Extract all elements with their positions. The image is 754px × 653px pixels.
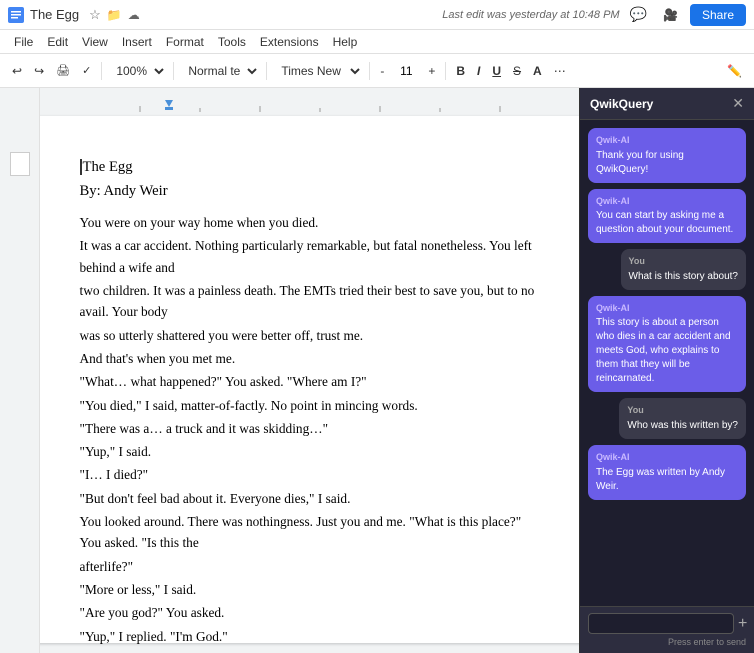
message-label: You — [629, 255, 739, 268]
separator-5 — [445, 62, 446, 80]
chat-input-area: + Press enter to send — [580, 606, 754, 653]
chat-messages: Qwik-AIThank you for using QwikQuery!Qwi… — [580, 120, 754, 606]
body-paragraph: afterlife?" — [80, 556, 540, 577]
body-paragraph: was so utterly shattered you were better… — [80, 325, 540, 346]
chat-close-button[interactable]: ✕ — [732, 95, 744, 112]
chat-send-hint: Press enter to send — [588, 637, 746, 647]
bold-button[interactable]: B — [452, 62, 469, 80]
main-area: The Egg By: Andy Weir You were on your w… — [0, 88, 754, 653]
font-size-decrease[interactable]: - — [376, 62, 388, 80]
message-text: What is this story about? — [629, 270, 739, 284]
document-page[interactable]: The Egg By: Andy Weir You were on your w… — [40, 116, 579, 643]
google-meet-icon[interactable]: 🎥 — [659, 6, 682, 24]
ai-message: Qwik-AI The Egg was written by Andy Weir. — [588, 445, 746, 500]
font-size-increase[interactable]: + — [424, 62, 439, 80]
body-paragraph: "But don't feel bad about it. Everyone d… — [80, 488, 540, 509]
body-paragraph: "What… what happened?" You asked. "Where… — [80, 371, 540, 392]
star-icon[interactable]: ☆ — [89, 7, 101, 23]
message-text: Who was this written by? — [627, 419, 738, 433]
document-page-title: The Egg — [80, 156, 540, 178]
left-sidebar — [0, 88, 40, 653]
document-title: The Egg — [30, 7, 79, 22]
menu-file[interactable]: File — [8, 33, 39, 51]
chat-input[interactable] — [588, 613, 734, 634]
menu-help[interactable]: Help — [327, 33, 364, 51]
strikethrough-button[interactable]: S — [509, 62, 525, 80]
menu-tools[interactable]: Tools — [212, 33, 252, 51]
chat-panel: QwikQuery ✕ Qwik-AI Thank you for using Q… — [579, 88, 754, 653]
ai-message: Qwik-AIThis story is about a person who … — [588, 296, 746, 393]
body-paragraph: It was a car accident. Nothing particula… — [80, 235, 540, 278]
underline-button[interactable]: U — [488, 62, 505, 80]
last-edit-text: Last edit was yesterday at 10:48 PM — [442, 9, 619, 21]
menu-bar: File Edit View Insert Format Tools Exten… — [0, 30, 754, 54]
message-label: Qwik-AI — [596, 195, 738, 208]
separator-1 — [101, 62, 102, 80]
menu-edit[interactable]: Edit — [41, 33, 74, 51]
text-color-button[interactable]: A — [529, 62, 546, 80]
message-text: Thank you for using QwikQuery! — [596, 149, 738, 177]
menu-extensions[interactable]: Extensions — [254, 33, 325, 51]
title-right-buttons: 💬 🎥 Share — [626, 4, 746, 26]
body-paragraph: two children. It was a painless death. T… — [80, 280, 540, 323]
title-bar: The Egg ☆ 📁 ☁ Last edit was yesterday at… — [0, 0, 754, 30]
menu-format[interactable]: Format — [160, 33, 210, 51]
more-formatting-button[interactable]: ⋯ — [550, 62, 570, 80]
app-icon — [8, 7, 24, 23]
font-select[interactable]: Times New R... — [273, 61, 363, 81]
menu-insert[interactable]: Insert — [116, 33, 158, 51]
separator-4 — [369, 62, 370, 80]
document-body[interactable]: You were on your way home when you died.… — [80, 212, 540, 653]
body-paragraph: "Are you god?" You asked. — [80, 602, 540, 623]
comments-icon[interactable]: 💬 — [626, 4, 651, 25]
separator-3 — [266, 62, 267, 80]
italic-button[interactable]: I — [473, 62, 484, 80]
message-text: The Egg was written by Andy Weir. — [596, 466, 738, 494]
body-paragraph: "There was a… a truck and it was skiddin… — [80, 418, 540, 439]
body-paragraph: And that's when you met me. — [80, 348, 540, 369]
chat-header: QwikQuery ✕ — [580, 88, 754, 120]
menu-view[interactable]: View — [76, 33, 114, 51]
chat-title: QwikQuery — [590, 97, 653, 111]
message-text: This story is about a person who dies in… — [596, 316, 738, 386]
user-message: You What is this story about? — [621, 249, 747, 290]
message-label: Qwik-AI — [596, 134, 738, 147]
font-size-input[interactable] — [392, 64, 420, 78]
editing-mode-button[interactable]: ✏️ — [723, 62, 746, 80]
toolbar: ↩ ↪ 🖨 ✓ 100% Normal text Times New R... … — [0, 54, 754, 88]
doc-title-text: The Egg — [83, 159, 133, 175]
document-author: By: Andy Weir — [80, 180, 540, 202]
message-label: Qwik-AI — [596, 451, 738, 464]
body-paragraph: You looked around. There was nothingness… — [80, 511, 540, 554]
body-paragraph: "Yup," I replied. "I'm God." — [80, 626, 540, 647]
ai-message: Qwik-AIYou can start by asking me a ques… — [588, 189, 746, 244]
message-label: Qwik-AI — [596, 302, 738, 315]
title-icon-group: ☆ 📁 ☁ — [89, 7, 140, 23]
spell-check-button[interactable]: ✓ — [78, 62, 95, 79]
print-button[interactable]: 🖨 — [52, 62, 74, 79]
body-paragraph: You were on your way home when you died. — [80, 212, 540, 233]
body-paragraph: "You died," I said, matter-of-factly. No… — [80, 395, 540, 416]
undo-button[interactable]: ↩ — [8, 62, 26, 80]
cloud-icon[interactable]: ☁ — [128, 8, 140, 22]
share-button[interactable]: Share — [690, 4, 746, 26]
body-paragraph: "I… I died?" — [80, 464, 540, 485]
folder-icon[interactable]: 📁 — [107, 8, 122, 22]
redo-button[interactable]: ↪ — [30, 62, 48, 80]
chat-add-button[interactable]: + — [738, 615, 747, 633]
separator-2 — [173, 62, 174, 80]
body-paragraph: "My kids… my wife," you said. — [80, 649, 540, 653]
message-text: You can start by asking me a question ab… — [596, 209, 738, 237]
message-label: You — [627, 404, 738, 417]
chat-input-row: + — [588, 613, 746, 634]
style-select[interactable]: Normal text — [180, 61, 260, 81]
ruler — [40, 98, 579, 112]
body-paragraph: "More or less," I said. — [80, 579, 540, 600]
user-message: You Who was this written by? — [619, 398, 746, 439]
document-area[interactable]: The Egg By: Andy Weir You were on your w… — [40, 88, 579, 653]
zoom-select[interactable]: 100% — [108, 61, 167, 81]
ai-message: Qwik-AI Thank you for using QwikQuery! — [588, 128, 746, 183]
body-paragraph: "Yup," I said. — [80, 441, 540, 462]
page-thumbnail — [10, 152, 30, 176]
